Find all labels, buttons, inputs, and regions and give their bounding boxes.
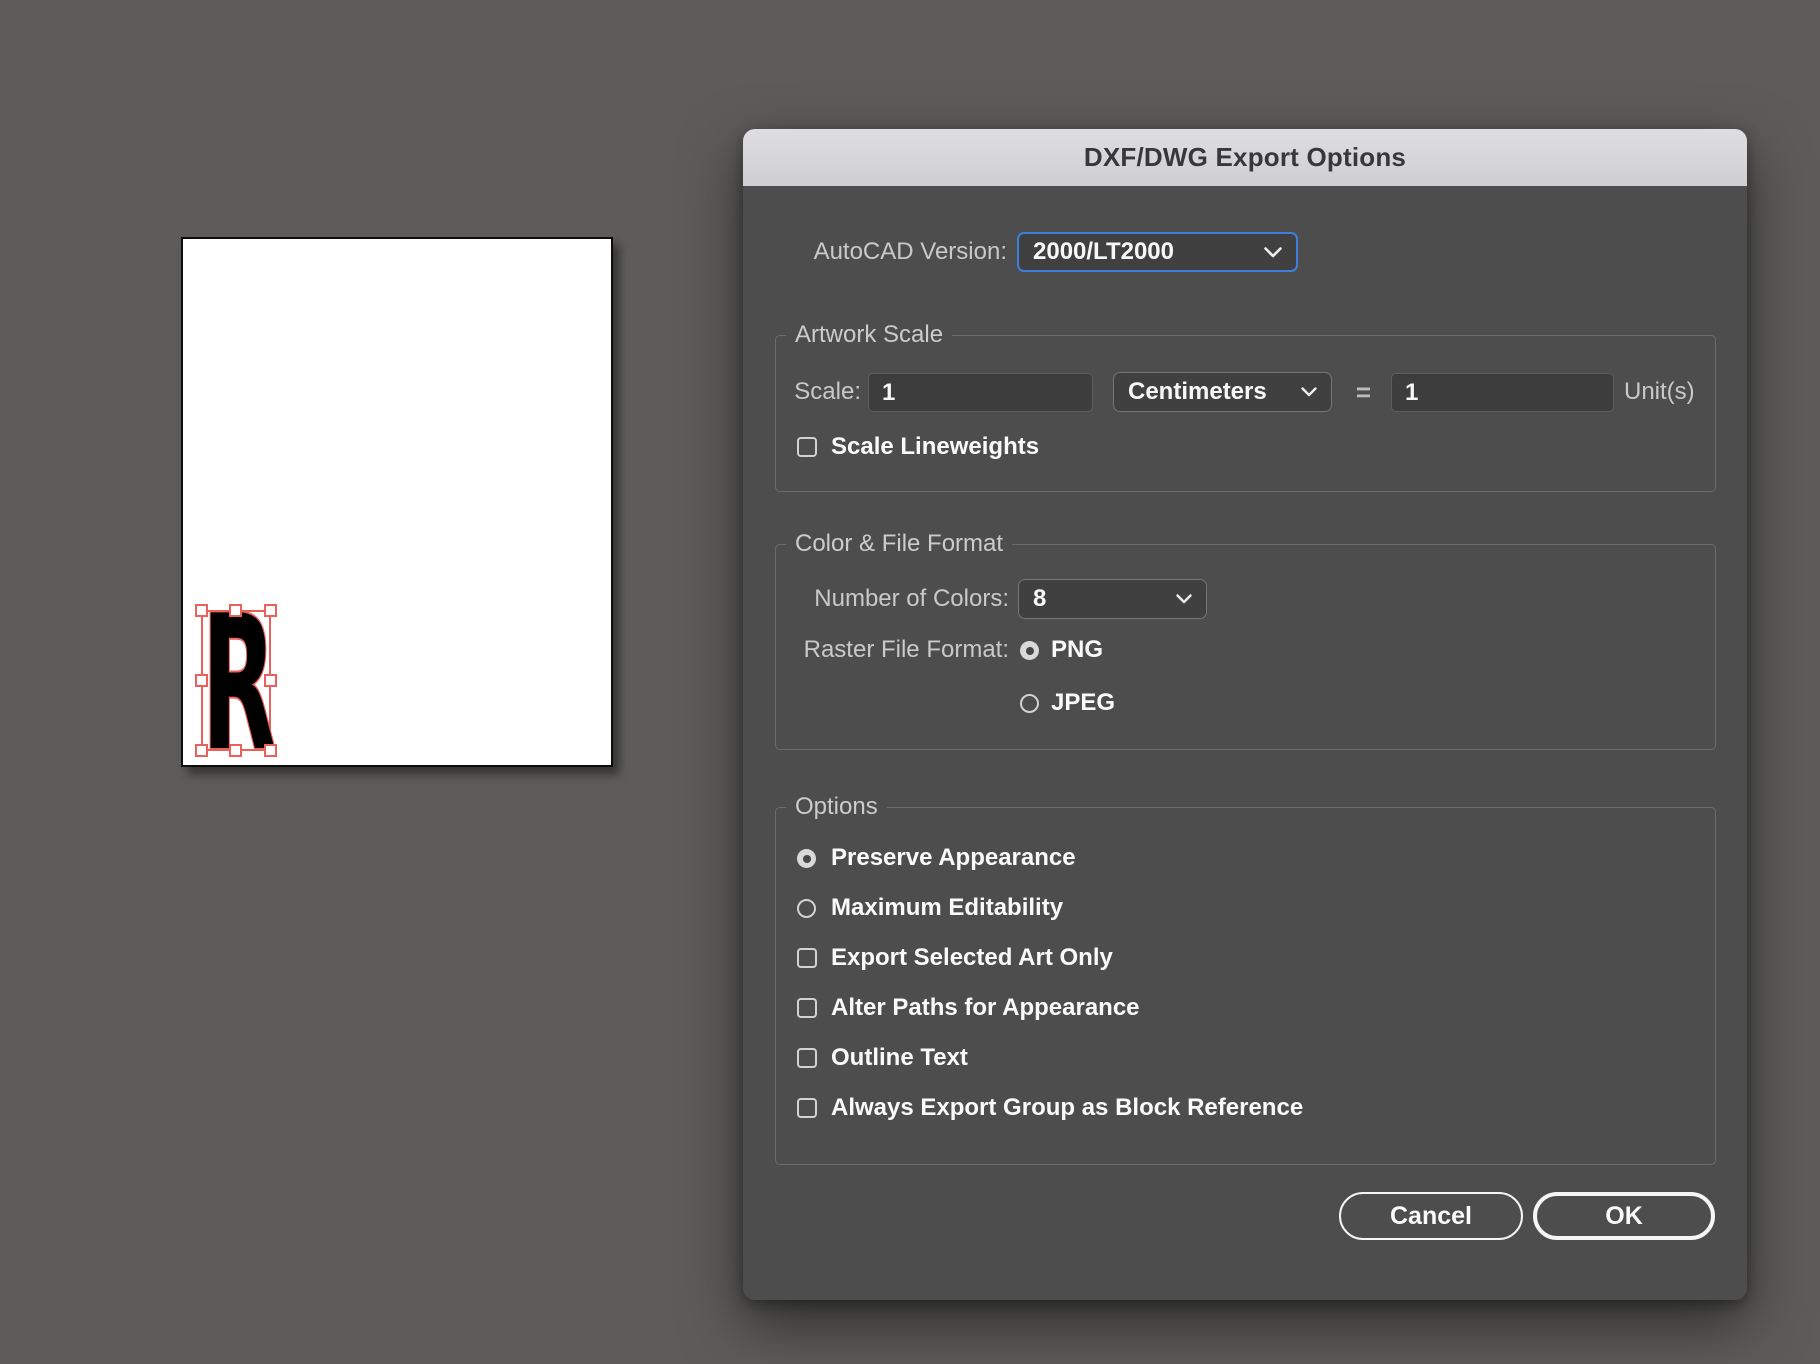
artwork-scale-group: Artwork Scale Scale: Centimeters = Unit(… [775, 321, 1716, 492]
scale-unit-value: Centimeters [1128, 378, 1267, 405]
chevron-down-icon [1176, 594, 1192, 604]
selection-handle[interactable] [264, 744, 277, 757]
selection-handle[interactable] [195, 744, 208, 757]
unit-count-input[interactable] [1391, 373, 1614, 412]
outline-text-label[interactable]: Outline Text [831, 1038, 968, 1078]
raster-png-label[interactable]: PNG [1051, 630, 1103, 670]
selection-handle[interactable] [195, 673, 208, 687]
equals-sign: = [1355, 377, 1372, 407]
preserve-appearance-label[interactable]: Preserve Appearance [831, 838, 1076, 878]
number-of-colors-label: Number of Colors: [814, 585, 1009, 612]
always-export-group-as-block-reference-label[interactable]: Always Export Group as Block Reference [831, 1088, 1303, 1128]
dxf-dwg-export-dialog: DXF/DWG Export Options AutoCAD Version: … [743, 129, 1747, 1300]
preserve-appearance-radio[interactable] [797, 849, 816, 868]
scale-input[interactable] [868, 373, 1093, 412]
dialog-title: DXF/DWG Export Options [1083, 142, 1407, 172]
dialog-titlebar[interactable]: DXF/DWG Export Options [743, 129, 1747, 186]
selection-bounding-box[interactable]: R [195, 573, 278, 793]
number-of-colors-select[interactable]: 8 [1018, 579, 1207, 619]
always-export-group-as-block-reference-checkbox[interactable] [797, 1098, 817, 1118]
outline-text-checkbox[interactable] [797, 1048, 817, 1068]
selection-handle[interactable] [229, 744, 242, 757]
options-group: Options Preserve Appearance Maximum Edit… [775, 793, 1716, 1165]
artboard: R [181, 237, 613, 793]
ok-button[interactable]: OK [1533, 1192, 1715, 1240]
alter-paths-for-appearance-checkbox[interactable] [797, 998, 817, 1018]
autocad-version-select[interactable]: 2000/LT2000 [1017, 232, 1298, 272]
maximum-editability-radio[interactable] [797, 899, 816, 918]
color-file-format-group-title: Color & File Format [786, 530, 1013, 558]
raster-jpeg-label[interactable]: JPEG [1051, 683, 1115, 723]
alter-paths-for-appearance-label[interactable]: Alter Paths for Appearance [831, 988, 1140, 1028]
cancel-button[interactable]: Cancel [1339, 1192, 1523, 1240]
autocad-version-value: 2000/LT2000 [1033, 238, 1174, 265]
artwork-scale-group-title: Artwork Scale [786, 321, 953, 349]
raster-file-format-label: Raster File Format: [803, 636, 1009, 663]
selection-handle[interactable] [264, 604, 277, 617]
units-suffix-label: Unit(s) [1624, 378, 1695, 405]
autocad-version-label: AutoCAD Version: [813, 238, 1007, 265]
options-group-title: Options [786, 793, 887, 821]
number-of-colors-value: 8 [1033, 585, 1047, 612]
chevron-down-icon [1301, 387, 1317, 397]
maximum-editability-label[interactable]: Maximum Editability [831, 888, 1063, 928]
scale-lineweights-label[interactable]: Scale Lineweights [831, 427, 1039, 467]
color-file-format-group: Color & File Format Number of Colors: 8 … [775, 530, 1716, 750]
raster-png-radio[interactable] [1020, 641, 1039, 660]
canvas-background: R DXF/DWG Export Options AutoCAD Version… [0, 0, 1820, 1364]
scale-label: Scale: [794, 378, 861, 405]
selection-handle[interactable] [195, 604, 208, 617]
selection-handle[interactable] [264, 673, 277, 687]
scale-lineweights-checkbox[interactable] [797, 437, 817, 457]
selection-handle[interactable] [229, 604, 242, 617]
chevron-down-icon [1264, 246, 1282, 257]
raster-jpeg-radio[interactable] [1020, 694, 1039, 713]
export-selected-art-only-checkbox[interactable] [797, 948, 817, 968]
export-selected-art-only-label[interactable]: Export Selected Art Only [831, 938, 1113, 978]
scale-unit-select[interactable]: Centimeters [1113, 372, 1332, 412]
